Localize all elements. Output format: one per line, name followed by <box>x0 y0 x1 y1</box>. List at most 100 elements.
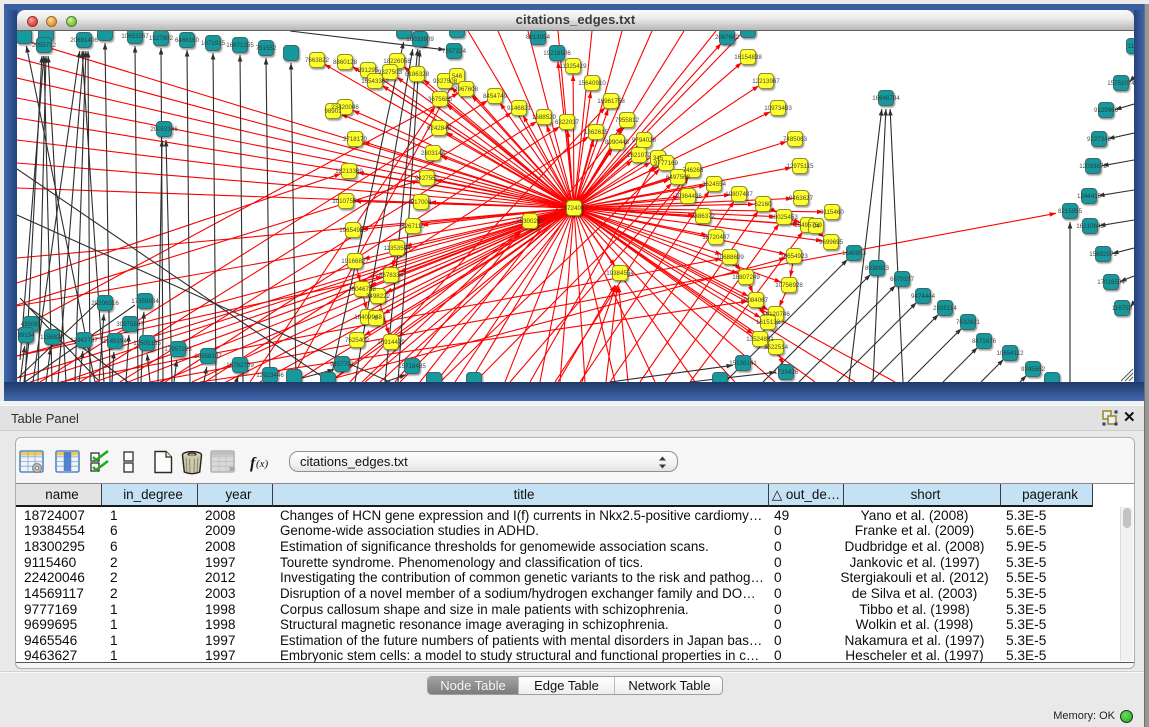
svg-text:15718485: 15718485 <box>398 363 426 370</box>
svg-text:16543362: 16543362 <box>361 78 389 85</box>
svg-text:1527602: 1527602 <box>149 35 174 42</box>
svg-text:10654112: 10654112 <box>996 350 1024 357</box>
svg-text:94: 94 <box>813 223 820 230</box>
svg-text:10958107: 10958107 <box>194 353 222 360</box>
svg-text:1362615: 1362615 <box>584 129 609 136</box>
svg-text:20364436: 20364436 <box>674 193 702 200</box>
svg-text:12213369: 12213369 <box>335 168 363 175</box>
svg-text:1621072: 1621072 <box>627 152 652 159</box>
svg-text:1588520: 1588520 <box>532 114 557 121</box>
svg-text:8678334: 8678334 <box>379 272 404 279</box>
svg-text:751552: 751552 <box>256 45 277 52</box>
svg-text:9: 9 <box>374 315 378 322</box>
svg-text:62160: 62160 <box>754 201 772 208</box>
svg-text:10025453: 10025453 <box>770 214 798 221</box>
svg-text:13524851: 13524851 <box>746 336 774 343</box>
svg-text:9457791: 9457791 <box>330 361 355 368</box>
svg-text:7632621: 7632621 <box>956 319 981 326</box>
svg-text:19654983: 19654983 <box>339 227 367 234</box>
svg-text:8215955: 8215955 <box>1058 208 1083 215</box>
svg-text:10973493: 10973493 <box>764 105 792 112</box>
svg-text:15720407: 15720407 <box>702 234 730 241</box>
svg-text:20206516: 20206516 <box>91 300 119 307</box>
svg-text:16120746: 16120746 <box>762 311 790 318</box>
svg-text:17957223: 17957223 <box>164 346 192 353</box>
svg-text:6322037: 6322037 <box>555 119 580 126</box>
svg-text:7485063: 7485063 <box>783 136 808 143</box>
svg-text:17359934: 17359934 <box>131 298 159 305</box>
svg-text:8454749: 8454749 <box>483 93 508 100</box>
svg-text:16154838: 16154838 <box>734 54 762 61</box>
svg-text:7955812: 7955812 <box>615 117 640 124</box>
svg-text:116753: 116753 <box>1112 305 1133 312</box>
svg-text:7625402: 7625402 <box>345 337 370 344</box>
svg-text:9242848: 9242848 <box>427 125 452 132</box>
svg-text:18724007: 18724007 <box>560 205 588 212</box>
svg-text:19654923: 19654923 <box>780 253 808 260</box>
svg-text:2718170: 2718170 <box>343 136 368 143</box>
svg-text:891295: 891295 <box>358 67 379 74</box>
svg-text:(x): (x) <box>256 458 269 470</box>
svg-text:10807487: 10807487 <box>725 191 753 198</box>
svg-text:746266: 746266 <box>683 167 704 174</box>
svg-text:16210643: 16210643 <box>1076 223 1104 230</box>
svg-text:6466160: 6466160 <box>175 37 200 44</box>
svg-text:8938923: 8938923 <box>865 265 890 272</box>
svg-text:9427552: 9427552 <box>415 175 440 182</box>
svg-text:6879197: 6879197 <box>890 276 915 283</box>
svg-text:12093872: 12093872 <box>1079 163 1107 170</box>
svg-text:9699695: 9699695 <box>819 239 844 246</box>
svg-text:9084067: 9084067 <box>744 297 769 304</box>
svg-text:7386372: 7386372 <box>691 213 716 220</box>
svg-text:546: 546 <box>452 73 463 80</box>
svg-text:18807249: 18807249 <box>732 274 760 281</box>
svg-text:435061: 435061 <box>21 321 42 328</box>
svg-text:16648784: 16648784 <box>872 95 900 102</box>
svg-text:1733426: 1733426 <box>774 369 799 376</box>
svg-text:9327503: 9327503 <box>378 69 403 76</box>
svg-text:1071915: 1071915 <box>201 40 226 47</box>
svg-text:8860128: 8860128 <box>333 59 358 66</box>
svg-text:12923446: 12923446 <box>256 372 284 379</box>
svg-text:10688609: 10688609 <box>716 254 744 261</box>
svg-text:1640953: 1640953 <box>842 250 867 257</box>
svg-text:16046738: 16046738 <box>348 286 376 293</box>
svg-text:3675685: 3675685 <box>428 96 453 103</box>
svg-text:1112: 1112 <box>1128 43 1134 50</box>
svg-text:9777169: 9777169 <box>654 160 679 167</box>
svg-text:2055712: 2055712 <box>32 42 57 49</box>
svg-text:20691406: 20691406 <box>70 37 98 44</box>
svg-text:8813054: 8813054 <box>526 34 551 41</box>
svg-text:98901: 98901 <box>324 108 342 115</box>
svg-text:9146821: 9146821 <box>507 105 532 112</box>
svg-text:19166827: 19166827 <box>341 258 369 265</box>
svg-text:2087682: 2087682 <box>715 34 740 41</box>
svg-text:9245652: 9245652 <box>1021 366 1046 373</box>
svg-text:1244415: 1244415 <box>1077 193 1102 200</box>
svg-text:15751074: 15751074 <box>1107 80 1134 87</box>
svg-text:16914479: 16914479 <box>377 339 405 346</box>
svg-text:10107554: 10107554 <box>332 198 360 205</box>
svg-text:8990448: 8990448 <box>605 139 630 146</box>
svg-text:6497568: 6497568 <box>666 174 691 181</box>
svg-text:12213967: 12213967 <box>752 78 780 85</box>
svg-text:19384554: 19384554 <box>606 270 634 277</box>
svg-text:10653267: 10653267 <box>121 33 149 40</box>
svg-text:17016504: 17016504 <box>1097 279 1125 286</box>
svg-text:8267110: 8267110 <box>401 223 425 230</box>
svg-text:9794028: 9794028 <box>632 137 657 144</box>
svg-text:2935114: 2935114 <box>933 305 957 312</box>
svg-text:16409948: 16409948 <box>354 314 382 321</box>
svg-text:9115460: 9115460 <box>820 209 844 216</box>
svg-text:3624554: 3624554 <box>702 181 727 188</box>
svg-text:11325419: 11325419 <box>559 63 587 70</box>
svg-text:39154: 39154 <box>17 332 35 339</box>
svg-text:8471676: 8471676 <box>972 338 997 345</box>
svg-text:19218506: 19218506 <box>543 50 571 57</box>
svg-text:16782759: 16782759 <box>226 362 254 369</box>
svg-text:2522514: 2522514 <box>764 344 789 351</box>
svg-text:9463627: 9463627 <box>789 195 814 202</box>
svg-text:39975887: 39975887 <box>116 321 144 328</box>
svg-text:9227342: 9227342 <box>1087 136 1112 143</box>
svg-text:15692971: 15692971 <box>1089 251 1117 258</box>
